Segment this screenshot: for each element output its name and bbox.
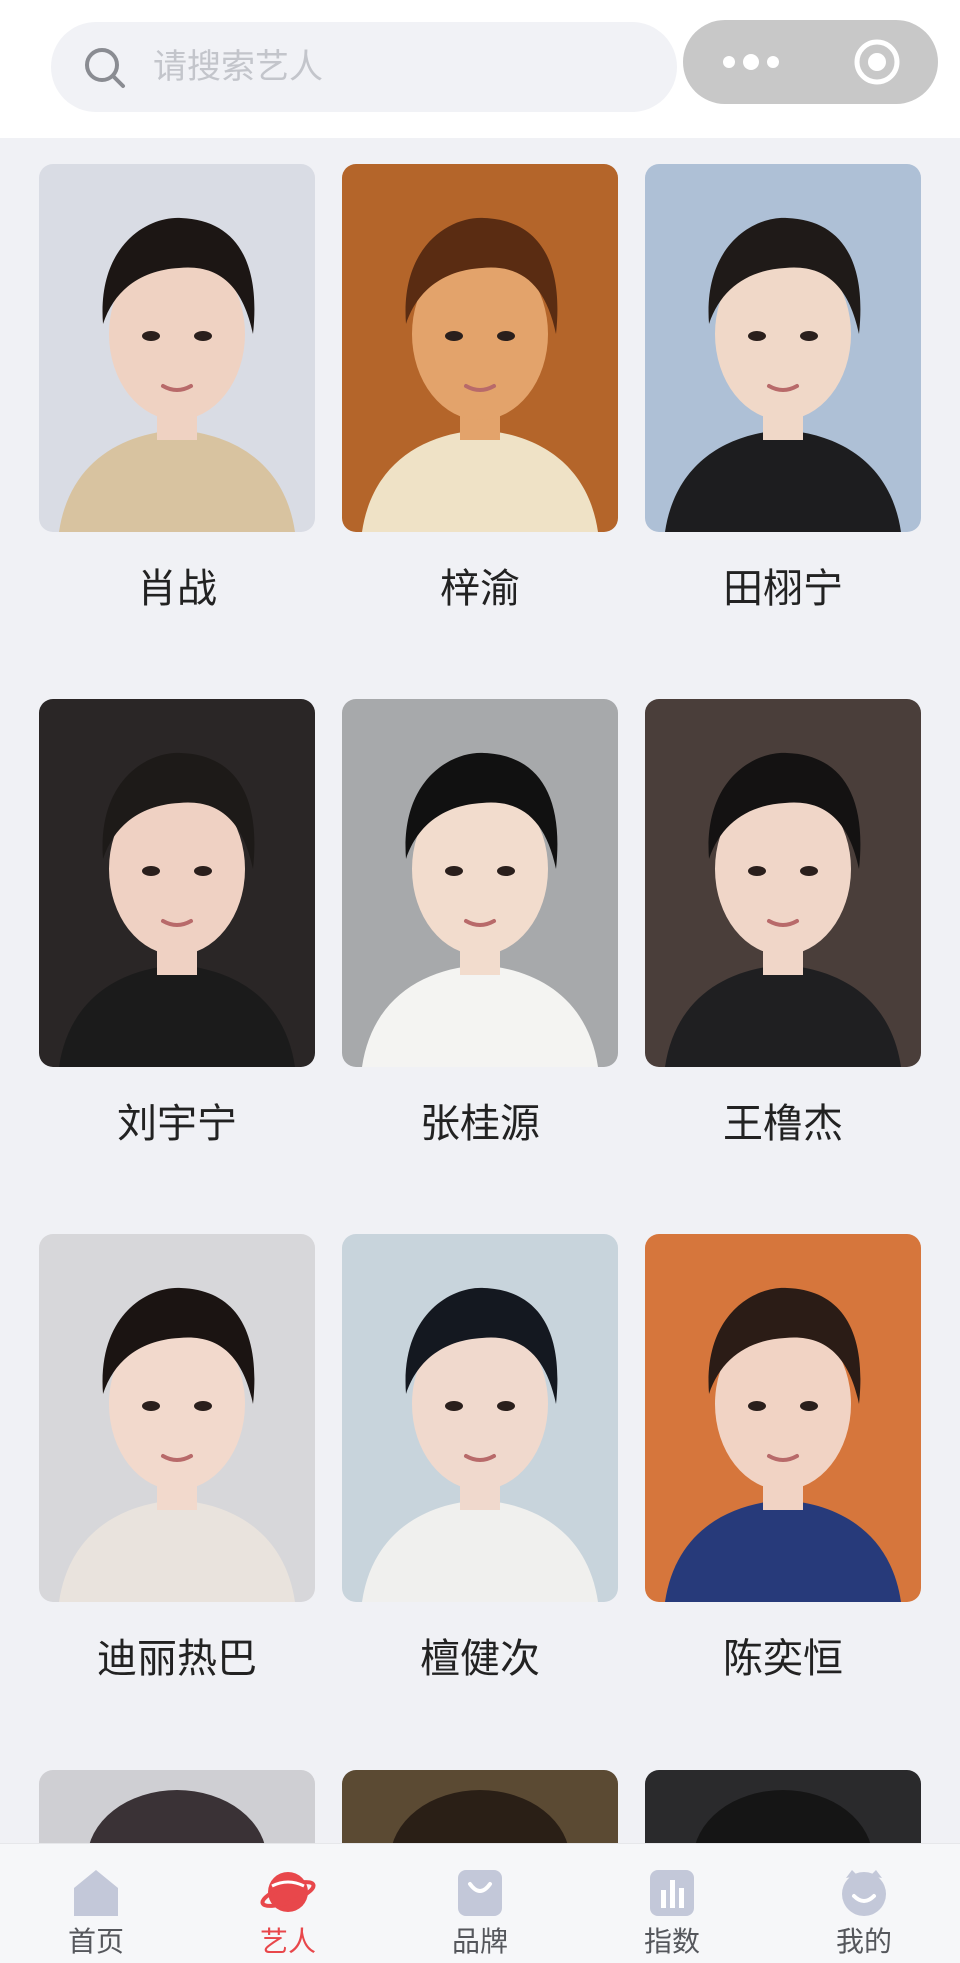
tab-label: 指数 [643,1925,700,1958]
tab-label: 我的 [835,1925,892,1958]
artist-card[interactable]: 陈奕恒 [645,1234,921,1684]
search-icon [85,48,125,88]
mini-program-capsule [683,20,938,104]
artist-card[interactable]: 梓渝 [342,164,618,614]
bottom-tab-bar: 首页 艺人 品牌 指数 我的 [0,1843,960,1963]
artist-photo-partial[interactable] [342,1770,618,1850]
artist-card[interactable]: 檀健次 [342,1234,618,1684]
planet-icon [260,1872,316,1912]
artist-card[interactable]: 田栩宁 [645,164,921,614]
bar-chart-icon [650,1870,694,1916]
tab-label: 品牌 [451,1925,508,1958]
artist-name[interactable]: 田栩宁 [645,564,921,614]
artist-name[interactable]: 张桂源 [342,1099,618,1149]
artist-card[interactable]: 刘宇宁 [39,699,315,1149]
more-dots-icon[interactable] [721,52,781,72]
tab-mine[interactable]: 我的 [804,1844,924,1963]
artist-photo[interactable] [39,1234,315,1602]
tab-index[interactable]: 指数 [612,1844,732,1963]
tab-home[interactable]: 首页 [36,1844,156,1963]
artist-name[interactable]: 梓渝 [342,564,618,614]
search-placeholder: 请搜索艺人 [153,47,323,87]
artist-name[interactable]: 刘宇宁 [39,1099,315,1149]
artist-photo[interactable] [342,1234,618,1602]
artist-photo[interactable] [342,164,618,532]
artist-card[interactable]: 张桂源 [342,699,618,1149]
artist-name[interactable]: 迪丽热巴 [39,1634,315,1684]
artist-name[interactable]: 陈奕恒 [645,1634,921,1684]
artist-photo-partial[interactable] [645,1770,921,1850]
artist-photo-partial[interactable] [39,1770,315,1850]
home-icon [74,1870,118,1916]
artist-card[interactable]: 迪丽热巴 [39,1234,315,1684]
artist-photo[interactable] [342,699,618,1067]
search-box[interactable]: 请搜索艺人 [51,22,677,112]
artist-card[interactable]: 王橹杰 [645,699,921,1149]
artist-name[interactable]: 檀健次 [342,1634,618,1684]
tab-label: 首页 [67,1925,124,1958]
shopping-bag-icon [458,1870,502,1916]
tab-label: 艺人 [259,1925,316,1958]
artist-photo[interactable] [645,1234,921,1602]
tab-brands[interactable]: 品牌 [420,1844,540,1963]
close-target-icon[interactable] [853,38,901,86]
tab-artists[interactable]: 艺人 [228,1844,348,1963]
artist-photo[interactable] [39,164,315,532]
artist-name[interactable]: 王橹杰 [645,1099,921,1149]
top-bar: 请搜索艺人 [0,0,960,138]
artist-photo[interactable] [645,164,921,532]
artist-photo[interactable] [39,699,315,1067]
artist-photo[interactable] [645,699,921,1067]
profile-face-icon [842,1870,886,1916]
artist-card[interactable]: 肖战 [39,164,315,614]
artist-name[interactable]: 肖战 [39,564,315,614]
